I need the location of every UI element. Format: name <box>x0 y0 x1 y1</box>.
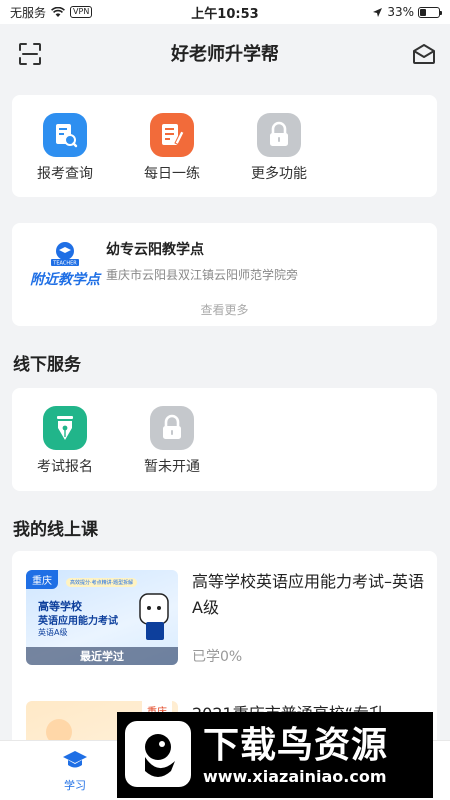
more-functions-button[interactable]: 更多功能 <box>234 95 324 183</box>
lock-icon <box>150 406 194 450</box>
nearby-card[interactable]: TEACHER 附近教学点 幼专云阳教学点 重庆市云阳县双江镇云阳师范学院旁 查… <box>12 223 437 326</box>
watermark-url: www.xiazainiao.com <box>203 767 387 786</box>
course-title: 高等学校英语应用能力考试–英语A级 <box>192 572 425 617</box>
wifi-icon <box>51 6 65 17</box>
carrier-label: 无服务 <box>10 5 47 20</box>
not-open-button[interactable]: 暂未开通 <box>127 388 217 476</box>
thumb-line2: 英语应用能力考试 <box>38 616 118 627</box>
nearby-title: 幼专云阳教学点 <box>106 242 204 258</box>
tab-study-label: 学习 <box>64 779 86 792</box>
location-arrow-icon <box>373 7 383 17</box>
graduation-cap-icon <box>63 751 87 768</box>
lock-icon <box>257 113 301 157</box>
offline-section-title: 线下服务 <box>13 355 81 375</box>
not-open-label: 暂未开通 <box>144 459 200 475</box>
course-thumbnail: 重庆 高效提分·考点精讲·题型拆解 高等学校 英语应用能力考试 英语A级 最近学… <box>26 570 178 665</box>
exam-register-button[interactable]: 考试报名 <box>20 388 110 476</box>
mascot-illustration <box>139 593 169 640</box>
recently-studied-badge: 最近学过 <box>80 650 124 663</box>
region-tag: 重庆 <box>26 570 58 589</box>
nav-bar: 好老师升学帮 <box>0 24 450 82</box>
view-more-link[interactable]: 查看更多 <box>12 301 437 318</box>
nearby-logo: TEACHER 附近教学点 <box>30 242 102 288</box>
svg-text:附近教学点: 附近教学点 <box>30 271 102 288</box>
battery-percent: 33% <box>387 5 414 19</box>
exam-register-label: 考试报名 <box>37 459 93 475</box>
exam-query-button[interactable]: 报考查询 <box>20 95 110 183</box>
scan-icon[interactable] <box>17 41 43 67</box>
offline-card: 考试报名 暂未开通 <box>12 388 437 491</box>
thumb-banner: 高效提分·考点精讲·题型拆解 <box>66 578 138 587</box>
mail-icon[interactable] <box>411 41 437 67</box>
function-card: 报考查询 每日一练 更多功能 <box>12 95 437 197</box>
more-functions-label: 更多功能 <box>251 166 307 182</box>
tab-study[interactable]: 学习 <box>45 749 105 793</box>
exam-query-icon <box>43 113 87 157</box>
battery-icon <box>418 6 442 18</box>
exam-query-label: 报考查询 <box>37 166 93 182</box>
page-title: 好老师升学帮 <box>171 44 279 65</box>
course-progress: 已学0% <box>192 649 243 665</box>
nearby-address: 重庆市云阳县双江镇云阳师范学院旁 <box>106 268 299 282</box>
daily-practice-label: 每日一练 <box>144 166 200 182</box>
svg-text:TEACHER: TEACHER <box>52 261 77 267</box>
daily-practice-button[interactable]: 每日一练 <box>127 95 217 183</box>
watermark-banner: 下载鸟资源 www.xiazainiao.com <box>117 712 433 798</box>
status-bar: 无服务 VPN 上午10:53 33% <box>0 0 450 24</box>
watermark-title: 下载鸟资源 <box>203 725 389 766</box>
bird-logo-icon <box>125 721 191 787</box>
online-section-title: 我的线上课 <box>13 520 98 540</box>
vpn-badge: VPN <box>70 6 93 18</box>
pen-icon <box>43 406 87 450</box>
daily-practice-icon <box>150 113 194 157</box>
battery-level <box>420 8 426 16</box>
thumb-line3: 英语A级 <box>38 628 68 637</box>
